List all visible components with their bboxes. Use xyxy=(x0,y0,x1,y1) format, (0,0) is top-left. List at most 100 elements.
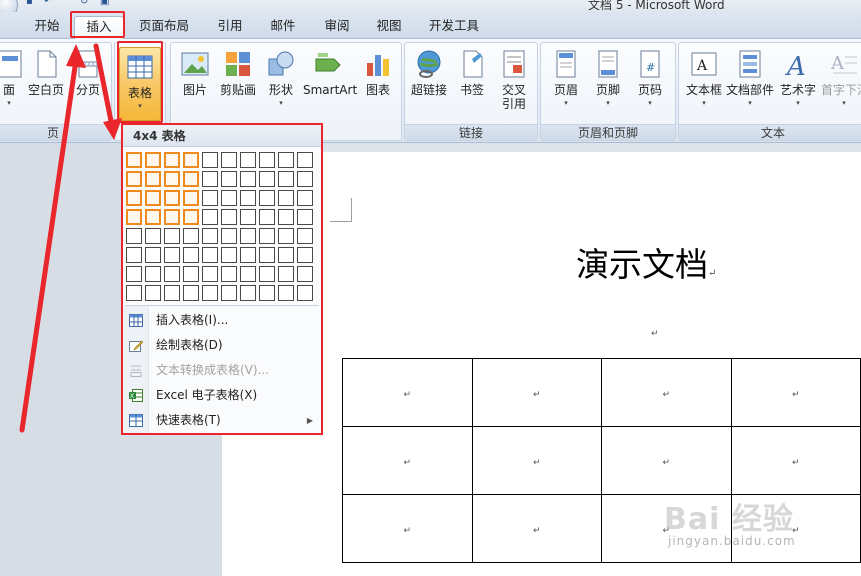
table-grid-cell[interactable] xyxy=(126,171,142,187)
table-grid-cell[interactable] xyxy=(240,190,256,206)
table-grid-cell[interactable] xyxy=(297,171,313,187)
hyperlink-button[interactable]: 超链接 xyxy=(407,49,451,121)
table-grid-cell[interactable] xyxy=(240,285,256,301)
table-grid-cell[interactable] xyxy=(259,209,275,225)
table-grid-cell[interactable] xyxy=(297,228,313,244)
table-grid-cell[interactable] xyxy=(297,152,313,168)
table-grid-cell[interactable] xyxy=(259,228,275,244)
cover-page-button[interactable]: 面 ▾ xyxy=(0,49,23,121)
table-grid-cell[interactable] xyxy=(145,228,161,244)
tab-page-layout[interactable]: 页面布局 xyxy=(133,16,195,39)
tab-review[interactable]: 审阅 xyxy=(315,16,359,39)
chart-button[interactable]: 图表 xyxy=(357,49,399,121)
table-grid-cell[interactable] xyxy=(145,285,161,301)
table-grid-cell[interactable] xyxy=(278,152,294,168)
table-grid-cell[interactable] xyxy=(126,228,142,244)
table-grid-cell[interactable] xyxy=(126,285,142,301)
table-grid-cell[interactable] xyxy=(240,228,256,244)
table-grid-cell[interactable] xyxy=(164,285,180,301)
page-break-button[interactable]: 分页 xyxy=(69,49,107,121)
undo-icon[interactable]: ↶ xyxy=(44,0,56,7)
page-number-button[interactable]: # 页码 ▾ xyxy=(629,49,671,121)
table-grid-cell[interactable] xyxy=(221,285,237,301)
table-grid-cell[interactable] xyxy=(278,171,294,187)
smartart-button[interactable]: SmartArt xyxy=(303,49,357,121)
quick-parts-button[interactable]: 文档部件 ▾ xyxy=(725,49,775,121)
table-grid-cell[interactable] xyxy=(164,247,180,263)
table-cell[interactable]: ↵ xyxy=(342,358,473,427)
table-cell[interactable]: ↵ xyxy=(471,426,602,495)
draw-table-menu-item[interactable]: 绘制表格(D) xyxy=(123,333,321,358)
table-grid-cell[interactable] xyxy=(278,190,294,206)
table-grid-cell[interactable] xyxy=(259,171,275,187)
table-grid-cell[interactable] xyxy=(278,285,294,301)
tab-references[interactable]: 引用 xyxy=(208,16,252,39)
table-grid-cell[interactable] xyxy=(202,266,218,282)
table-grid-cell[interactable] xyxy=(278,247,294,263)
table-button[interactable]: 表格 ▾ xyxy=(119,47,161,121)
drop-cap-button[interactable]: A 首字下沉 ▾ xyxy=(821,49,861,121)
table-grid-cell[interactable] xyxy=(164,228,180,244)
table-grid-cell[interactable] xyxy=(297,247,313,263)
table-grid-cell[interactable] xyxy=(126,266,142,282)
table-grid-cell[interactable] xyxy=(278,209,294,225)
excel-spreadsheet-menu-item[interactable]: X Excel 电子表格(X) xyxy=(123,383,321,408)
table-grid-cell[interactable] xyxy=(259,190,275,206)
quick-tables-menu-item[interactable]: 快速表格(T) ▶ xyxy=(123,408,321,433)
table-grid-cell[interactable] xyxy=(240,209,256,225)
table-grid-cell[interactable] xyxy=(297,209,313,225)
table-grid-cell[interactable] xyxy=(183,247,199,263)
table-grid-cell[interactable] xyxy=(145,152,161,168)
table-grid-cell[interactable] xyxy=(126,209,142,225)
table-cell[interactable]: ↵ xyxy=(730,426,861,495)
table-grid-cell[interactable] xyxy=(221,171,237,187)
convert-text-to-table-menu-item[interactable]: 文本转换成表格(V)... xyxy=(123,358,321,383)
table-cell[interactable]: ↵ xyxy=(730,358,861,427)
table-grid-cell[interactable] xyxy=(297,190,313,206)
redo-icon[interactable]: ↻ xyxy=(80,0,92,7)
table-grid-cell[interactable] xyxy=(145,266,161,282)
tab-insert[interactable]: 插入 xyxy=(74,16,124,39)
table-grid-cell[interactable] xyxy=(259,285,275,301)
table-grid-cell[interactable] xyxy=(221,247,237,263)
table-grid-cell[interactable] xyxy=(183,171,199,187)
table-grid-cell[interactable] xyxy=(240,266,256,282)
tab-view[interactable]: 视图 xyxy=(367,16,411,39)
table-grid-cell[interactable] xyxy=(278,266,294,282)
table-grid-cell[interactable] xyxy=(202,152,218,168)
table-grid-cell[interactable] xyxy=(183,209,199,225)
table-grid-cell[interactable] xyxy=(164,266,180,282)
table-grid-cell[interactable] xyxy=(164,152,180,168)
table-grid-cell[interactable] xyxy=(183,190,199,206)
table-grid-cell[interactable] xyxy=(259,266,275,282)
table-grid-cell[interactable] xyxy=(297,285,313,301)
table-grid-cell[interactable] xyxy=(240,171,256,187)
table-grid-cell[interactable] xyxy=(221,266,237,282)
tab-home[interactable]: 开始 xyxy=(24,16,70,39)
table-grid-cell[interactable] xyxy=(221,228,237,244)
wordart-button[interactable]: A 艺术字 ▾ xyxy=(777,49,819,121)
table-grid-cell[interactable] xyxy=(145,190,161,206)
tab-developer[interactable]: 开发工具 xyxy=(420,16,488,39)
picture-button[interactable]: 图片 xyxy=(175,49,215,121)
table-grid-cell[interactable] xyxy=(183,285,199,301)
table-grid-cell[interactable] xyxy=(126,190,142,206)
header-button[interactable]: 页眉 ▾ xyxy=(545,49,587,121)
print-preview-icon[interactable]: ▣ xyxy=(100,0,112,7)
table-cell[interactable]: ↵ xyxy=(601,426,732,495)
table-cell[interactable]: ↵ xyxy=(471,494,602,563)
table-grid-cell[interactable] xyxy=(221,190,237,206)
cross-reference-button[interactable]: 交叉 引用 xyxy=(493,49,535,121)
table-cell[interactable]: ↵ xyxy=(471,358,602,427)
table-grid-cell[interactable] xyxy=(202,209,218,225)
table-grid-cell[interactable] xyxy=(240,247,256,263)
table-grid-cell[interactable] xyxy=(202,285,218,301)
table-cell[interactable]: ↵ xyxy=(342,426,473,495)
table-grid-cell[interactable] xyxy=(259,247,275,263)
table-grid-cell[interactable] xyxy=(126,152,142,168)
table-grid-cell[interactable] xyxy=(126,247,142,263)
table-grid-cell[interactable] xyxy=(164,171,180,187)
table-grid-cell[interactable] xyxy=(278,228,294,244)
table-cell[interactable]: ↵ xyxy=(342,494,473,563)
table-grid-cell[interactable] xyxy=(164,209,180,225)
